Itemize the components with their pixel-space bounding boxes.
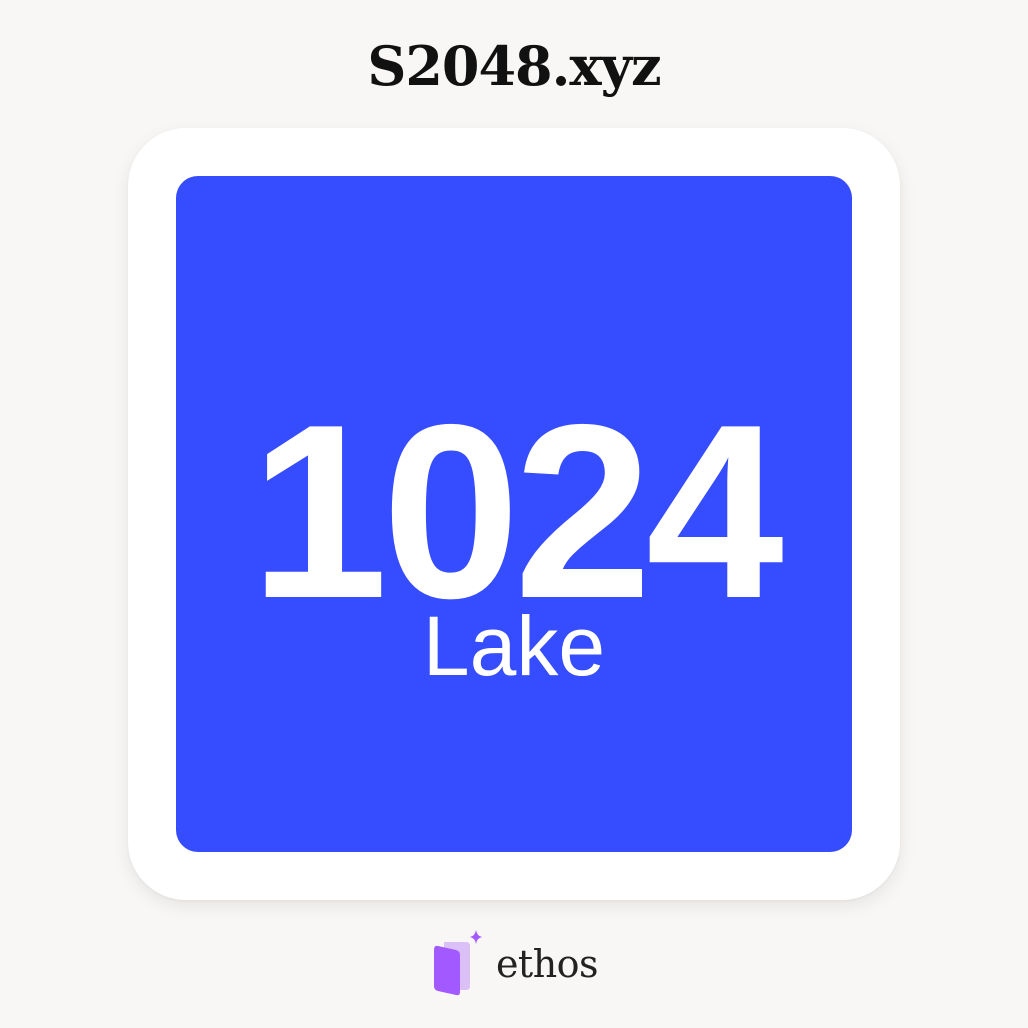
brand-name: ethos [495,942,599,986]
brand-footer: ethos [0,928,1028,1000]
site-title: S2048.xyz [367,34,661,98]
tile-label: Lake [422,599,606,693]
tile-card: 1024 Lake [128,128,900,900]
book-sparkle-icon [433,930,482,996]
tile: 1024 Lake [176,176,852,852]
